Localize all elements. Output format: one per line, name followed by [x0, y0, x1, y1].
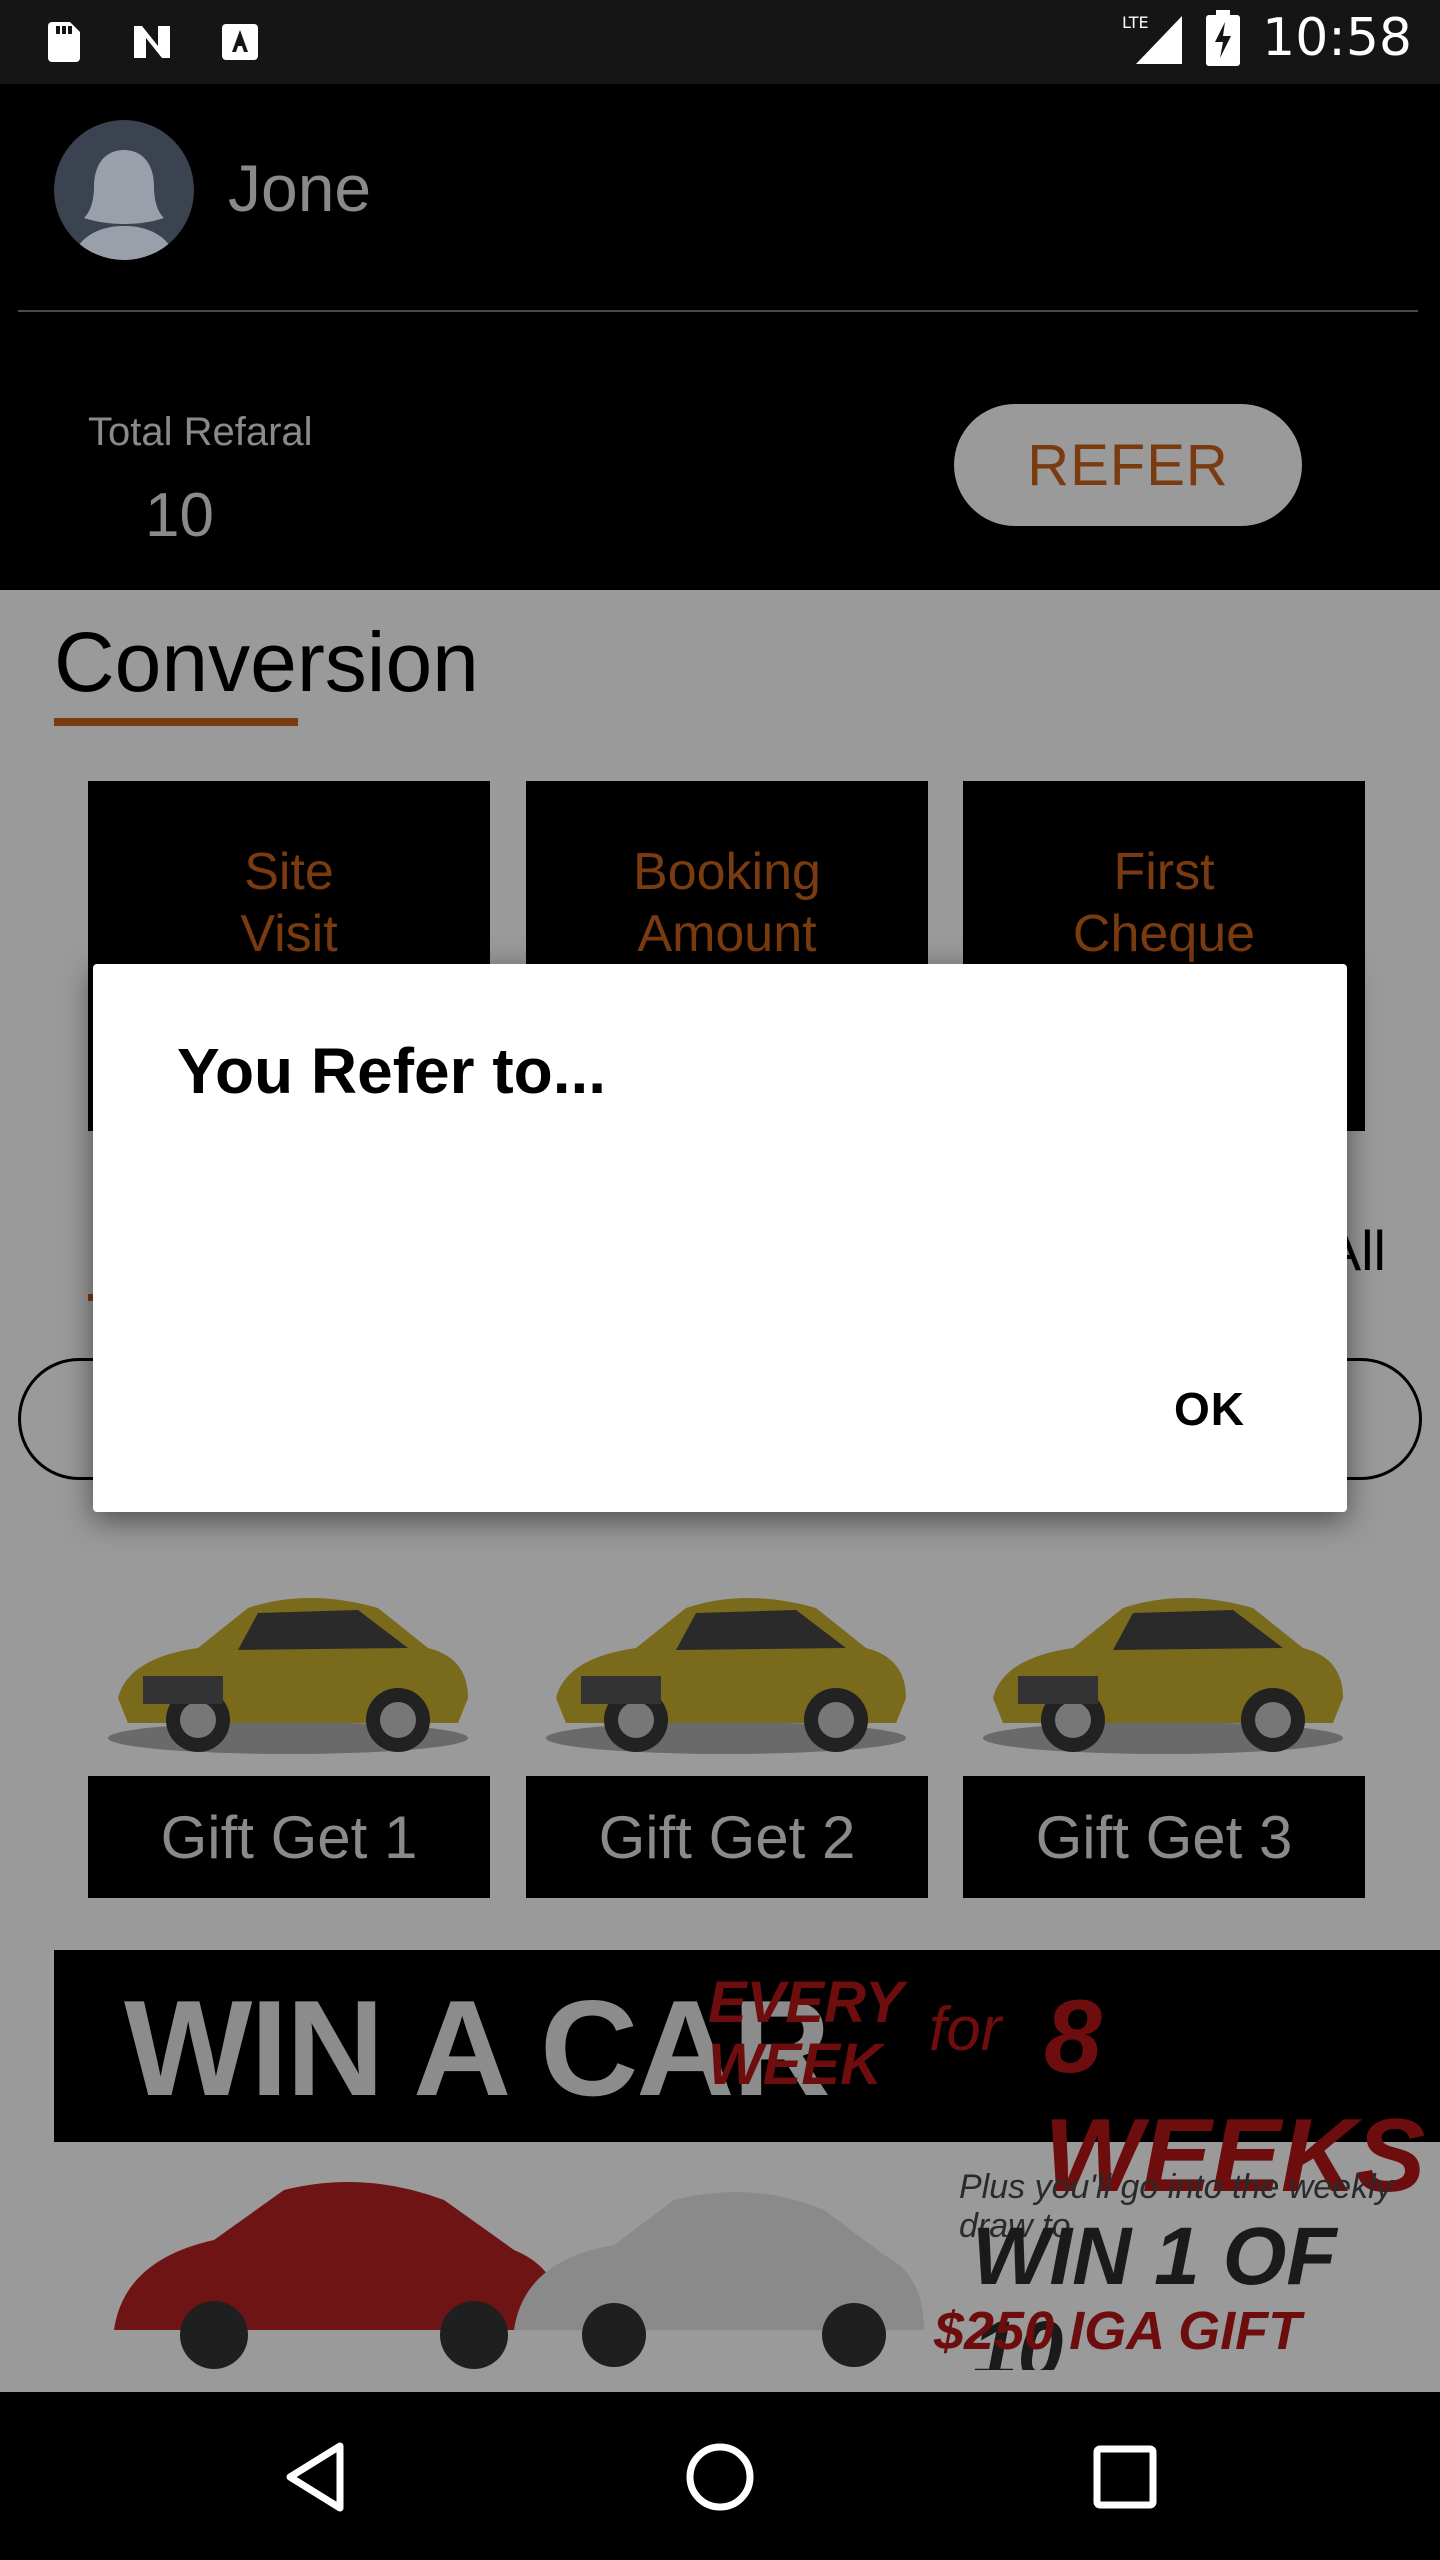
- card-line: First: [1113, 843, 1215, 901]
- card-line: Booking: [633, 843, 821, 901]
- refer-dialog: You Refer to... OK: [93, 964, 1347, 1512]
- status-bar: LTE 10:58: [0, 0, 1440, 84]
- battery-charging-icon: [1206, 10, 1241, 66]
- n-notification-icon: [134, 26, 170, 58]
- ok-button[interactable]: OK: [1174, 1382, 1245, 1436]
- card-line: Site: [244, 843, 334, 901]
- section-underline: [54, 718, 298, 726]
- profile-header: Jone Total Refaral 10 REFER: [0, 84, 1440, 590]
- user-silhouette-icon: [72, 150, 176, 260]
- gift-label[interactable]: Gift Get 1: [88, 1776, 490, 1898]
- card-line: Cheque: [1072, 905, 1256, 963]
- gift-car-image[interactable]: [526, 1548, 928, 1768]
- section-title-conversion: Conversion: [54, 615, 479, 709]
- total-referral-value: 10: [145, 481, 214, 550]
- gift-label[interactable]: Gift Get 2: [526, 1776, 928, 1898]
- banner-every-week: EVERY WEEK: [708, 1970, 903, 2097]
- avatar[interactable]: [54, 120, 194, 260]
- dialog-title: You Refer to...: [177, 1035, 607, 1107]
- card-line: Visit: [240, 905, 338, 963]
- total-referral-label: Total Refaral: [88, 410, 313, 454]
- navigation-bar: [0, 2392, 1440, 2560]
- banner-for: for: [929, 1995, 1002, 2064]
- gift-car-image[interactable]: [963, 1548, 1365, 1768]
- lte-signal-icon: LTE: [1122, 13, 1183, 64]
- recents-icon[interactable]: [1080, 2432, 1170, 2522]
- promo-banner[interactable]: WIN A CAR EVERY WEEK for 8 WEEKS Plus yo…: [54, 1950, 1440, 2370]
- divider: [18, 310, 1418, 312]
- card-line: Amount: [637, 905, 817, 963]
- status-clock: 10:58: [1262, 8, 1412, 68]
- banner-cards-line: $250 IGA GIFT CARDS: [934, 2301, 1302, 2370]
- gift-car-image[interactable]: [88, 1548, 490, 1768]
- a-keyboard-icon: [222, 24, 258, 60]
- banner-cars-image: [114, 2182, 924, 2369]
- home-icon[interactable]: [675, 2432, 765, 2522]
- svg-text:LTE: LTE: [1122, 13, 1149, 32]
- refer-button[interactable]: REFER: [954, 404, 1302, 526]
- sd-card-icon: [48, 22, 80, 62]
- user-name: Jone: [228, 151, 372, 225]
- back-icon[interactable]: [272, 2432, 362, 2522]
- gift-label[interactable]: Gift Get 3: [963, 1776, 1365, 1898]
